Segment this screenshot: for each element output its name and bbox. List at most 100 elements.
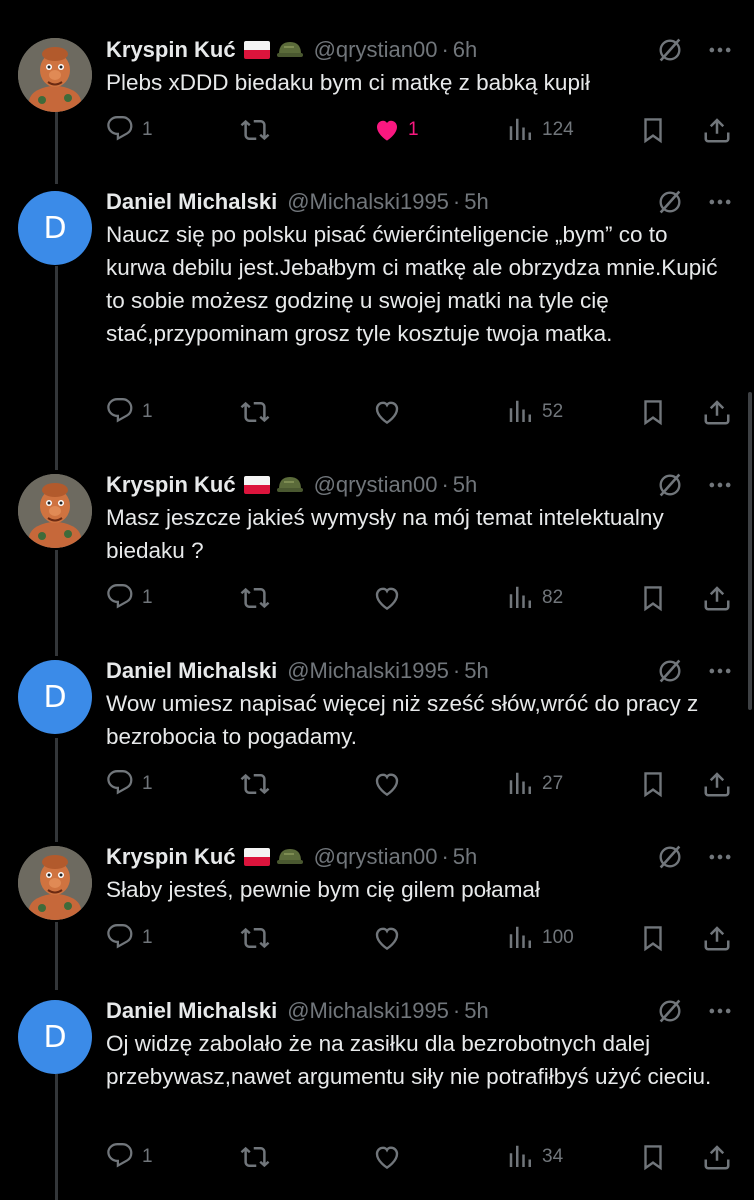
reply-button[interactable]: 1 — [106, 578, 153, 618]
more-icon[interactable] — [706, 36, 734, 64]
timestamp[interactable]: 5h — [453, 844, 477, 870]
repost-button[interactable] — [240, 764, 276, 804]
timestamp[interactable]: 5h — [453, 472, 477, 498]
user-handle[interactable]: @Michalski1995 — [287, 658, 449, 684]
bookmark-button[interactable] — [638, 578, 668, 618]
views-button[interactable]: 82 — [506, 578, 563, 618]
reply-button[interactable]: 1 — [106, 918, 153, 958]
views-button[interactable]: 124 — [506, 110, 574, 150]
more-icon[interactable] — [706, 997, 734, 1025]
tweet[interactable]: D Daniel Michalski @Michalski1995 · 5h Naucz … — [0, 184, 754, 436]
user-handle[interactable]: @qrystian00 — [314, 844, 438, 870]
like-button[interactable] — [372, 1137, 408, 1177]
grok-icon[interactable] — [656, 997, 684, 1025]
tweet[interactable]: D Daniel Michalski @Michalski1995 · 5h Wow um… — [0, 653, 754, 808]
grok-icon[interactable] — [656, 657, 684, 685]
user-handle[interactable]: @qrystian00 — [314, 472, 438, 498]
tweet-text: Wow umiesz napisać więcej niż sześć słów… — [106, 691, 699, 749]
repost-button[interactable] — [240, 392, 276, 432]
repost-button[interactable] — [240, 578, 276, 618]
like-button[interactable] — [372, 392, 408, 432]
display-name[interactable]: Daniel Michalski — [106, 998, 277, 1024]
scrollbar[interactable] — [748, 392, 752, 710]
repost-button[interactable] — [240, 110, 276, 150]
tweet[interactable]: D Daniel Michalski @Michalski1995 · 5h Oj wid… — [0, 993, 754, 1181]
avatar-letter: D — [43, 210, 67, 246]
timestamp[interactable]: 5h — [464, 189, 488, 215]
timestamp[interactable]: 6h — [453, 37, 477, 63]
display-name[interactable]: Daniel Michalski — [106, 189, 277, 215]
grok-icon[interactable] — [656, 471, 684, 499]
display-name[interactable]: Kryspin Kuć — [106, 844, 236, 870]
bookmark-button[interactable] — [638, 764, 668, 804]
bookmark-button[interactable] — [638, 918, 668, 958]
tweet-text: Naucz się po polsku pisać ćwierćintelige… — [106, 222, 718, 346]
share-button[interactable] — [702, 764, 732, 804]
avatar[interactable] — [18, 474, 92, 548]
avatar[interactable]: D — [18, 660, 92, 734]
grok-icon[interactable] — [656, 36, 684, 64]
more-icon[interactable] — [706, 657, 734, 685]
share-icon — [702, 769, 732, 799]
bookmark-button[interactable] — [638, 110, 668, 150]
separator-dot: · — [441, 844, 449, 869]
views-count: 124 — [542, 119, 574, 140]
user-handle[interactable]: @qrystian00 — [314, 37, 438, 63]
views-button[interactable]: 27 — [506, 764, 563, 804]
display-name[interactable]: Daniel Michalski — [106, 658, 277, 684]
like-button[interactable] — [372, 918, 408, 958]
user-handle[interactable]: @Michalski1995 — [287, 998, 449, 1024]
more-icon[interactable] — [706, 188, 734, 216]
share-button[interactable] — [702, 392, 732, 432]
views-icon — [506, 115, 536, 145]
display-name[interactable]: Kryspin Kuć — [106, 37, 236, 63]
tweet[interactable]: Kryspin Kuć @qrystian00 · 6h Plebs xDDD bied… — [0, 32, 754, 154]
grok-icon[interactable] — [656, 188, 684, 216]
avatar-letter: D — [43, 1019, 67, 1055]
reply-button[interactable]: 1 — [106, 1137, 153, 1177]
timestamp[interactable]: 5h — [464, 658, 488, 684]
user-handle[interactable]: @Michalski1995 — [287, 189, 449, 215]
reply-button[interactable]: 1 — [106, 110, 153, 150]
views-count: 52 — [542, 401, 564, 422]
share-button[interactable] — [702, 918, 732, 958]
tweet-text: Plebs xDDD biedaku bym ci matkę z babką … — [106, 70, 590, 95]
views-button[interactable]: 100 — [506, 918, 574, 958]
reply-button[interactable]: 1 — [106, 764, 153, 804]
views-icon — [506, 583, 536, 613]
more-icon[interactable] — [706, 843, 734, 871]
tweet-text: Słaby jesteś, pewnie bym cię gilem połam… — [106, 877, 540, 902]
heart-icon — [372, 1142, 402, 1172]
avatar[interactable]: D — [18, 191, 92, 265]
reply-button[interactable]: 1 — [106, 392, 153, 432]
tweet[interactable]: Kryspin Kuć @qrystian00 · 5h Słaby jesteś, p… — [0, 839, 754, 962]
views-button[interactable]: 34 — [506, 1137, 563, 1177]
avatar[interactable] — [18, 846, 92, 920]
avatar[interactable]: D — [18, 1000, 92, 1074]
share-button[interactable] — [702, 110, 732, 150]
share-button[interactable] — [702, 578, 732, 618]
views-count: 34 — [542, 1146, 564, 1167]
views-icon — [506, 923, 536, 953]
military-helmet-icon — [276, 849, 303, 864]
bookmark-button[interactable] — [638, 1137, 668, 1177]
repost-icon — [240, 583, 270, 613]
share-button[interactable] — [702, 1137, 732, 1177]
repost-button[interactable] — [240, 1137, 276, 1177]
more-icon[interactable] — [706, 471, 734, 499]
avatar[interactable] — [18, 38, 92, 112]
grok-icon[interactable] — [656, 843, 684, 871]
tweet[interactable]: Kryspin Kuć @qrystian00 · 5h Masz jeszcze ja… — [0, 467, 754, 622]
avatar-letter: D — [43, 679, 67, 715]
display-name[interactable]: Kryspin Kuć — [106, 472, 236, 498]
bookmark-button[interactable] — [638, 392, 668, 432]
like-button[interactable]: 1 — [372, 110, 419, 150]
repost-button[interactable] — [240, 918, 276, 958]
poland-flag-icon — [243, 848, 270, 866]
timestamp[interactable]: 5h — [464, 998, 488, 1024]
tweet-actions: 1 52 — [0, 392, 754, 432]
like-button[interactable] — [372, 764, 408, 804]
views-button[interactable]: 52 — [506, 392, 563, 432]
reply-count: 1 — [142, 587, 153, 608]
like-button[interactable] — [372, 578, 408, 618]
